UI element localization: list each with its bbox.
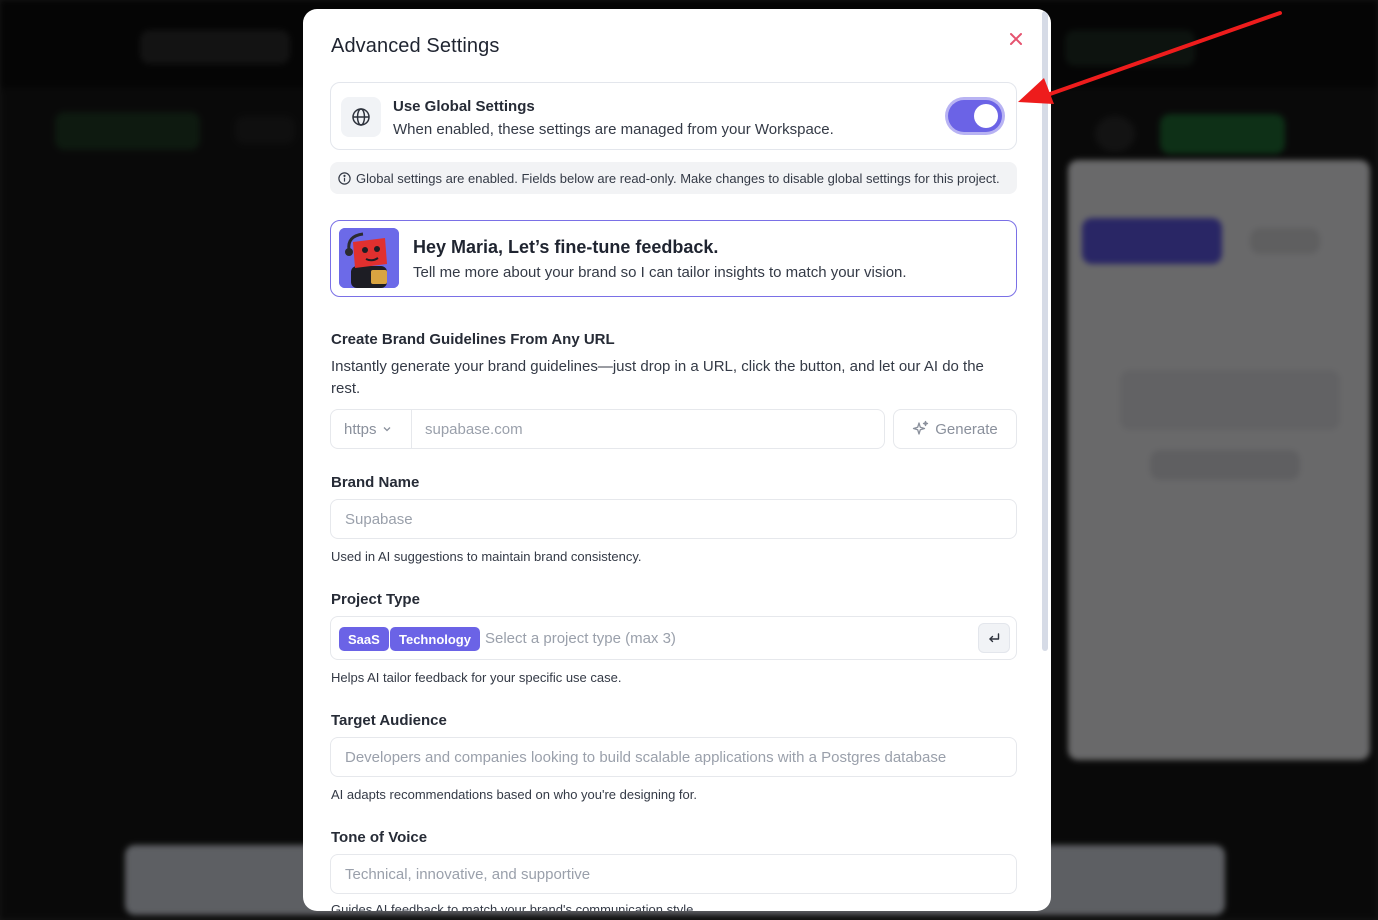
brand-name-help: Used in AI suggestions to maintain brand… [331,549,642,564]
annotation-arrow [1018,11,1282,104]
project-type-input[interactable] [477,618,967,658]
sparkle-icon [912,420,930,438]
generate-label: Generate [935,420,998,438]
assistant-avatar [339,228,399,288]
greeting-title: Hey Maria, Let’s fine-tune feedback. [413,237,719,257]
target-audience-field [330,737,1017,777]
modal-title: Advanced Settings [331,35,500,57]
info-text: Global settings are enabled. Fields belo… [356,170,1000,186]
project-type-label: Project Type [331,591,420,608]
brand-name-input[interactable] [331,500,1016,538]
target-audience-help: AI adapts recommendations based on who y… [331,787,697,802]
url-input-group: https [330,409,885,449]
project-type-help: Helps AI tailor feedback for your specif… [331,670,622,685]
target-audience-label: Target Audience [331,712,447,729]
global-settings-card: Use Global Settings When enabled, these … [330,82,1017,150]
tone-of-voice-label: Tone of Voice [331,829,428,846]
generate-button[interactable]: Generate [893,409,1017,449]
project-type-field: SaaS Technology [330,616,1017,660]
toggle-knob [974,104,998,128]
globe-icon [352,108,370,126]
url-input[interactable] [413,410,883,448]
greeting-card: Hey Maria, Let’s fine-tune feedback. Tel… [330,220,1017,297]
advanced-settings-modal: Advanced Settings Use Global Settings Wh… [303,9,1051,911]
brand-name-field [330,499,1017,539]
protocol-value: https [344,420,377,438]
project-type-tag[interactable]: SaaS [339,627,389,651]
project-type-tag[interactable]: Technology [390,627,480,651]
global-settings-info: Global settings are enabled. Fields belo… [330,162,1017,194]
enter-button[interactable] [978,623,1010,653]
global-settings-toggle[interactable] [948,100,1002,132]
brand-guidelines-label: Create Brand Guidelines From Any URL [331,331,615,348]
brand-guidelines-description: Instantly generate your brand guidelines… [331,358,984,397]
tone-of-voice-field [330,854,1017,894]
global-settings-title: Use Global Settings [393,98,535,115]
info-icon [338,171,351,185]
tone-of-voice-help: Guides AI feedback to match your brand's… [331,902,697,911]
target-audience-input[interactable] [331,738,1016,776]
tone-of-voice-input[interactable] [331,855,1016,893]
global-settings-description: When enabled, these settings are managed… [393,121,834,138]
chevron-down-icon [382,424,392,434]
brand-name-label: Brand Name [331,474,420,491]
modal-body[interactable]: Advanced Settings Use Global Settings Wh… [303,9,1051,911]
greeting-subtitle: Tell me more about your brand so I can t… [413,264,907,281]
globe-icon-box [341,97,381,137]
enter-icon [989,633,1000,643]
protocol-select[interactable]: https [331,410,412,448]
